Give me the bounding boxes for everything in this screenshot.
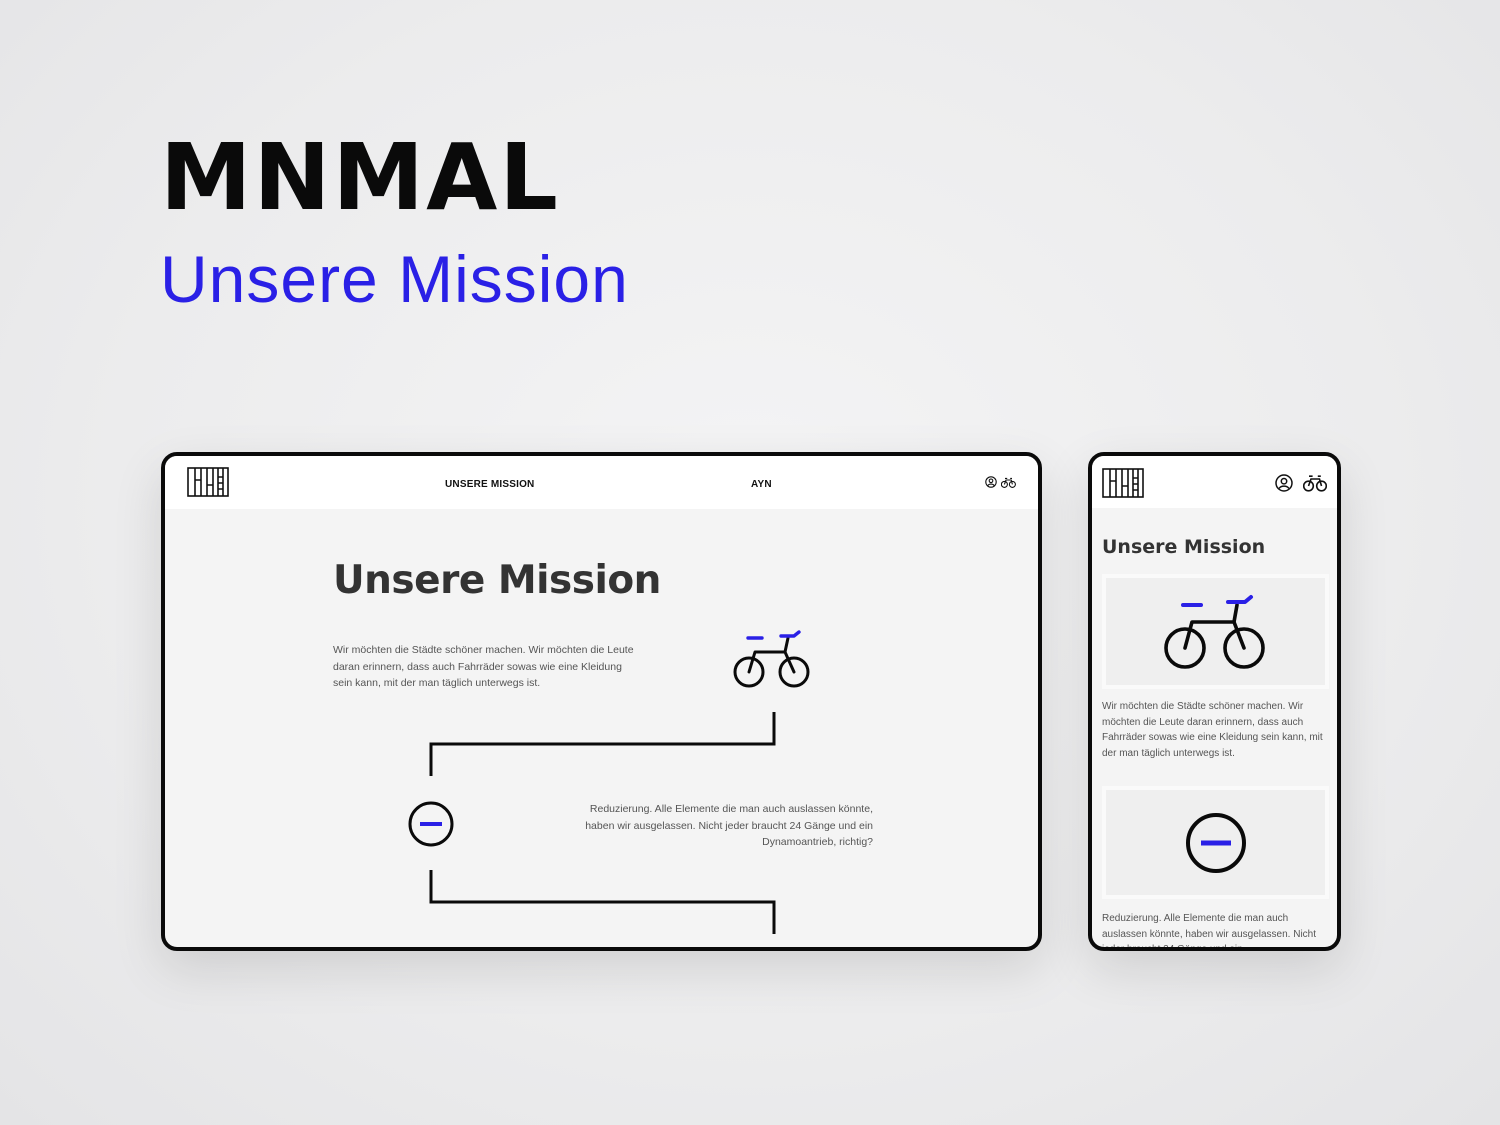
mnmal-logo-icon[interactable] <box>1102 468 1144 498</box>
mobile-mission-text-1: Wir möchten die Städte schöner machen. W… <box>1102 701 1323 759</box>
bicycle-icon[interactable] <box>1303 474 1327 492</box>
brand-subtitle: Unsere Mission <box>160 242 629 316</box>
bicycle-icon <box>1163 594 1265 669</box>
bicycle-icon <box>732 630 816 697</box>
brand-title: MNMAL <box>160 124 560 231</box>
mobile-mission-text-2: Reduzierung. Alle Elemente die man auch … <box>1102 913 1317 951</box>
mobile-bicycle-card <box>1102 574 1329 689</box>
page-title: Unsere Mission <box>333 558 661 603</box>
mobile-page-title: Unsere Mission <box>1102 536 1266 558</box>
mobile-navbar <box>1092 456 1337 508</box>
mission-text-1: Wir möchten die Städte schöner machen. W… <box>333 644 634 689</box>
minus-circle-icon <box>407 800 455 853</box>
desktop-mockup: UNSERE MISSION AYN Unsere Mission Wir mö… <box>161 452 1042 951</box>
path-connector-lines <box>429 712 776 934</box>
mobile-nav-icons <box>1275 474 1327 492</box>
minus-circle-icon <box>1185 812 1246 873</box>
mobile-mockup: Unsere Mission Wir möchten die Städte sc… <box>1088 452 1341 951</box>
user-icon[interactable] <box>1275 474 1293 492</box>
mission-text-2: Reduzierung. Alle Elemente die man auch … <box>585 803 873 848</box>
mobile-minus-card <box>1102 786 1329 899</box>
